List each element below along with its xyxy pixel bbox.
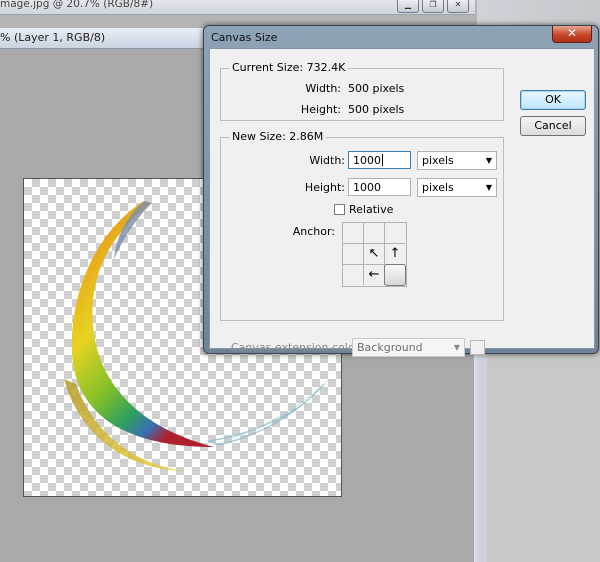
dialog-title: Canvas Size <box>211 31 278 44</box>
width-input-value: 1000 <box>353 154 381 167</box>
height-input[interactable]: 1000 <box>348 178 411 196</box>
background-document-title: mage.jpg @ 20.7% (RGB/8#) <box>0 0 154 10</box>
extension-color-value: Background <box>357 341 423 354</box>
relative-label[interactable]: Relative <box>349 203 393 216</box>
anchor-cell-center[interactable]: ↖ <box>364 244 385 265</box>
close-document-button[interactable]: ✕ <box>447 0 469 13</box>
chevron-down-icon: ▼ <box>453 343 460 352</box>
close-icon: ✕ <box>566 26 578 40</box>
document-title: % (Layer 1, RGB/8) <box>0 31 106 44</box>
width-unit-select[interactable]: pixels ▼ <box>417 151 497 170</box>
extension-color-swatch[interactable] <box>470 340 485 355</box>
anchor-cell-bottom-center[interactable]: ← <box>364 265 385 285</box>
current-height-value: 500 pixels <box>348 103 405 116</box>
extension-color-select[interactable]: Background ▼ <box>352 338 465 357</box>
extension-color-label: Canvas extension color: <box>231 341 363 354</box>
chevron-down-icon: ▼ <box>485 156 492 165</box>
current-size-group: Current Size: 732.4K Width: 500 pixels H… <box>220 61 504 121</box>
relative-checkbox[interactable] <box>334 204 345 215</box>
dialog-body: Current Size: 732.4K Width: 500 pixels H… <box>209 48 595 357</box>
width-unit-value: pixels <box>422 154 454 167</box>
cancel-button[interactable]: Cancel <box>520 116 586 136</box>
current-height-label: Height: <box>300 103 341 116</box>
anchor-cell-top-left[interactable] <box>343 223 364 244</box>
new-size-label: New Size: 2.86M <box>229 130 327 143</box>
new-height-label: Height: <box>304 181 345 194</box>
dialog-close-button[interactable]: ✕ <box>552 26 592 43</box>
background-document-titlebar[interactable]: mage.jpg @ 20.7% (RGB/8#) ▁ ❐ ✕ <box>0 0 475 15</box>
width-input[interactable]: 1000 <box>348 151 411 169</box>
anchor-cell-bottom-right-selected[interactable] <box>384 264 406 286</box>
current-width-value: 500 pixels <box>348 82 405 95</box>
anchor-cell-middle-left[interactable] <box>343 244 364 265</box>
anchor-label: Anchor: <box>292 225 335 238</box>
height-input-value: 1000 <box>353 181 381 194</box>
height-unit-select[interactable]: pixels ▼ <box>417 178 497 197</box>
new-width-label: Width: <box>309 154 345 167</box>
restore-button[interactable]: ❐ <box>422 0 444 13</box>
anchor-cell-middle-right[interactable]: ↑ <box>385 244 405 265</box>
current-width-label: Width: <box>305 82 341 95</box>
chevron-down-icon: ▼ <box>485 183 492 192</box>
canvas-size-dialog: Canvas Size ✕ Current Size: 732.4K Width… <box>203 25 599 357</box>
anchor-grid: ↖ ↑ ← <box>342 222 407 287</box>
close-icon: ✕ <box>454 0 462 9</box>
anchor-cell-top-center[interactable] <box>364 223 385 244</box>
anchor-cell-bottom-left[interactable] <box>343 265 364 285</box>
restore-icon: ❐ <box>429 0 437 9</box>
height-unit-value: pixels <box>422 181 454 194</box>
minimize-icon: ▁ <box>404 0 412 9</box>
app-background-panel-lower <box>487 340 600 562</box>
anchor-cell-top-right[interactable] <box>385 223 405 244</box>
current-size-label: Current Size: 732.4K <box>229 61 349 74</box>
minimize-button[interactable]: ▁ <box>397 0 419 13</box>
new-size-group: New Size: 2.86M Width: 1000 pixels ▼ Hei… <box>220 130 504 321</box>
ok-button[interactable]: OK <box>520 90 586 110</box>
